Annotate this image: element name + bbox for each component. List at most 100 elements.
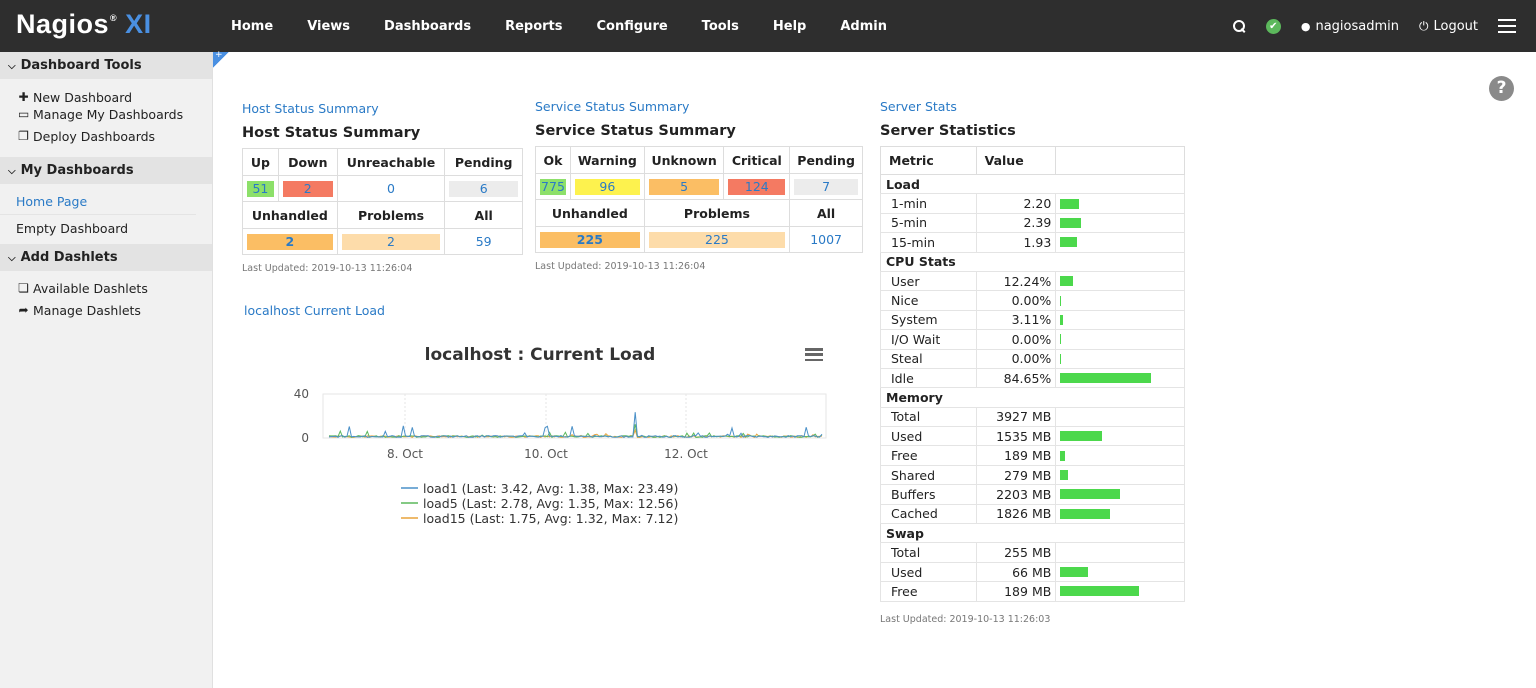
hosts-unhandled-count[interactable]: 2 <box>247 233 333 250</box>
nav-help[interactable]: Help <box>756 19 823 34</box>
services-all-count[interactable]: 1007 <box>794 232 858 248</box>
stats-metric: User <box>880 270 977 292</box>
hosts-up-count[interactable]: 51 <box>247 180 274 197</box>
col-unhandled: Unhandled <box>535 199 645 227</box>
service-status-table: Ok Warning Unknown Critical Pending 775 … <box>535 146 863 253</box>
cell: 51 <box>242 175 279 202</box>
hosts-down-count[interactable]: 2 <box>282 180 333 197</box>
server-stats-title: Server Statistics <box>880 123 1016 139</box>
col-problems: Problems <box>336 201 446 229</box>
stats-row: Nice 0.00% <box>880 290 1185 311</box>
server-stats-link[interactable]: Server Stats <box>880 99 957 114</box>
home-page-link[interactable]: Home Page <box>0 188 196 215</box>
stats-value: 2203 MB <box>975 484 1057 505</box>
server-stats-table: Metric Value Load 1-min 2.20 5-min 2.39 15-mi… <box>880 146 1185 602</box>
stats-value: 0.00% <box>975 290 1057 311</box>
stats-bar-cell <box>1055 348 1185 369</box>
services-critical-count[interactable]: 124 <box>728 178 786 195</box>
manage-dashboards-link[interactable]: ▭ Manage My Dashboards <box>18 106 212 123</box>
stats-row: Cached 1826 MB <box>880 503 1185 525</box>
services-problems-count[interactable]: 225 <box>648 231 786 248</box>
services-ok-count[interactable]: 775 <box>540 178 566 195</box>
hosts-pending-count[interactable]: 6 <box>449 180 518 197</box>
manage-dashlets-link[interactable]: ➦ Manage Dashlets <box>18 299 212 321</box>
chart-title: localhost : Current Load <box>424 345 656 365</box>
service-status-link[interactable]: Service Status Summary <box>535 99 689 114</box>
stats-bar-cell <box>1055 290 1185 311</box>
current-load-link[interactable]: localhost Current Load <box>244 303 385 318</box>
nav-configure[interactable]: Configure <box>580 19 685 34</box>
hamburger-icon[interactable] <box>805 348 823 361</box>
col-warning: Warning <box>569 146 645 174</box>
stats-metric: Steal <box>880 348 977 369</box>
stats-bar-cell <box>1055 581 1185 602</box>
hosts-problems-count[interactable]: 2 <box>341 233 441 250</box>
stats-metric: 5-min <box>880 212 977 234</box>
stats-metric: System <box>880 309 977 331</box>
stats-metric: Free <box>880 581 977 602</box>
stats-row: Shared 279 MB <box>880 464 1185 486</box>
x-tick-label: 10. Oct <box>524 447 568 461</box>
system-status-button[interactable]: ✔ <box>1265 18 1281 34</box>
services-warning-count[interactable]: 96 <box>574 178 640 195</box>
link-label: Deploy Dashboards <box>33 129 156 144</box>
cell: 7 <box>789 173 863 200</box>
search-button[interactable] <box>1232 19 1246 33</box>
nav-tools[interactable]: Tools <box>685 19 756 34</box>
stats-bar <box>1060 470 1069 481</box>
stats-row: I/O Wait 0.00% <box>880 329 1185 350</box>
logout-button[interactable]: ⏻ Logout <box>1419 19 1478 34</box>
legend-label-load5: load5 (Last: 2.78, Avg: 1.35, Max: 12.56… <box>423 496 678 511</box>
cell: 225 <box>535 226 645 253</box>
services-unknown-count[interactable]: 5 <box>648 178 720 195</box>
services-unhandled-count[interactable]: 225 <box>540 231 640 248</box>
nav-views[interactable]: Views <box>290 19 367 34</box>
logout-label: Logout <box>1433 18 1478 34</box>
stats-bar-cell <box>1055 503 1185 525</box>
service-status-updated: Last Updated: 2019-10-13 11:26:04 <box>535 261 706 272</box>
add-dashlets-list: ❏ Available Dashlets ➦ Manage Dashlets <box>0 271 212 329</box>
new-dashboard-link[interactable]: ✚ New Dashboard <box>18 89 212 106</box>
stats-row: Steal 0.00% <box>880 348 1185 369</box>
stats-metric: Nice <box>880 290 977 311</box>
stats-section-header: Memory <box>880 387 1185 408</box>
empty-dashboard-link[interactable]: Empty Dashboard <box>0 215 196 242</box>
stats-row: Used 66 MB <box>880 561 1185 583</box>
stats-value: 84.65% <box>975 367 1057 389</box>
help-icon[interactable]: ? <box>1489 76 1514 101</box>
dashboard-options-tab[interactable]: + <box>213 50 229 68</box>
hosts-all-count[interactable]: 59 <box>449 234 518 250</box>
logo-registered: ® <box>110 13 118 23</box>
col-down: Down <box>277 148 338 176</box>
cell: 775 <box>535 173 571 200</box>
section-title: Add Dashlets <box>20 250 118 265</box>
stats-section-label: Memory <box>880 387 1185 408</box>
nav-admin[interactable]: Admin <box>823 19 904 34</box>
my-dashboards-list: Home Page Empty Dashboard <box>0 184 212 244</box>
nav-reports[interactable]: Reports <box>488 19 579 34</box>
deploy-dashboards-link[interactable]: ❐ Deploy Dashboards <box>18 128 212 145</box>
hosts-unreachable-count[interactable]: 0 <box>342 181 441 197</box>
x-tick-label: 12. Oct <box>664 447 708 461</box>
load-chart: 0 40 8. Oct 10. Oct 12. Oct load1 (Last: 3.42… <box>294 387 827 526</box>
stats-bar-cell <box>1055 406 1185 428</box>
copy-icon: ❐ <box>18 129 29 143</box>
cell: 5 <box>643 173 725 200</box>
available-dashlets-link[interactable]: ❏ Available Dashlets <box>18 277 212 299</box>
stats-bar-cell <box>1055 232 1185 253</box>
menu-toggle-icon[interactable] <box>1498 19 1516 33</box>
services-pending-count[interactable]: 7 <box>794 178 858 195</box>
nav-home[interactable]: Home <box>214 19 290 34</box>
nav-dashboards[interactable]: Dashboards <box>367 19 488 34</box>
cell: 225 <box>643 226 791 253</box>
nagios-xi-logo[interactable]: Nagios® XI <box>16 9 152 40</box>
dashboard-tools-list: ✚ New Dashboard ▭ Manage My Dashboards ❐ De… <box>0 79 212 157</box>
host-status-link[interactable]: Host Status Summary <box>242 101 379 116</box>
section-dashboard-tools[interactable]: ⌵ Dashboard Tools <box>0 52 212 79</box>
stats-bar <box>1060 217 1082 228</box>
user-menu[interactable]: ● nagiosadmin <box>1301 19 1399 34</box>
section-my-dashboards[interactable]: ⌵ My Dashboards <box>0 157 212 184</box>
stats-bar <box>1060 489 1121 500</box>
section-add-dashlets[interactable]: ⌵ Add Dashlets <box>0 244 212 271</box>
stats-section-label: Swap <box>880 523 1185 544</box>
